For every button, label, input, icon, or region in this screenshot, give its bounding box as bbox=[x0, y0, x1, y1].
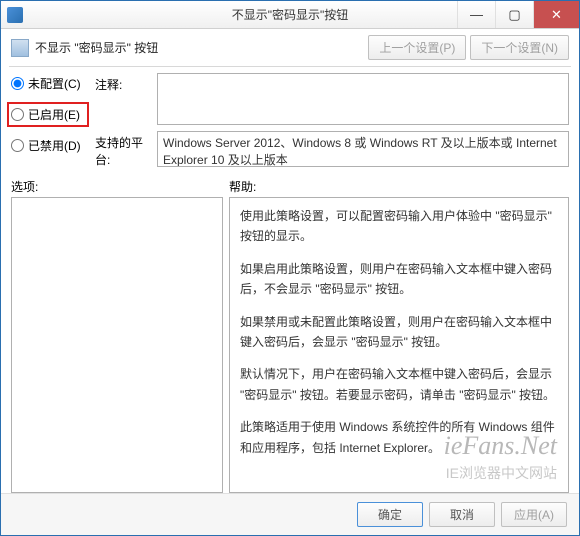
panel-labels: 选项: 帮助: bbox=[1, 170, 579, 197]
help-p3: 如果禁用或未配置此策略设置，则用户在密码输入文本框中键入密码后，会显示 "密码显… bbox=[240, 312, 558, 353]
config-area: 未配置(C) 已启用(E) 已禁用(D) 注释: 支持的平台: Windows … bbox=[1, 67, 579, 170]
footer: 确定 取消 应用(A) bbox=[1, 493, 579, 535]
radio-not-configured-label: 未配置(C) bbox=[28, 75, 81, 92]
help-p5: 此策略适用于使用 Windows 系统控件的所有 Windows 组件和应用程序… bbox=[240, 417, 558, 458]
apply-button[interactable]: 应用(A) bbox=[501, 502, 567, 527]
comment-label: 注释: bbox=[95, 73, 151, 93]
titlebar: 不显示"密码显示"按钮 — ▢ ✕ bbox=[1, 1, 579, 29]
help-label: 帮助: bbox=[229, 178, 256, 195]
platform-label: 支持的平台: bbox=[95, 131, 151, 168]
header-row: 不显示 "密码显示" 按钮 上一个设置(P) 下一个设置(N) bbox=[1, 29, 579, 66]
radio-disabled-label: 已禁用(D) bbox=[28, 137, 81, 154]
prev-setting-button[interactable]: 上一个设置(P) bbox=[368, 35, 466, 60]
options-panel bbox=[11, 197, 223, 493]
policy-title: 不显示 "密码显示" 按钮 bbox=[35, 39, 158, 56]
next-setting-button[interactable]: 下一个设置(N) bbox=[470, 35, 569, 60]
comment-textarea[interactable] bbox=[157, 73, 569, 125]
radio-disabled-input[interactable] bbox=[11, 139, 24, 152]
radio-enabled-label: 已启用(E) bbox=[28, 106, 80, 123]
radio-group: 未配置(C) 已启用(E) 已禁用(D) bbox=[11, 73, 89, 168]
platform-text: Windows Server 2012、Windows 8 或 Windows … bbox=[157, 131, 569, 167]
maximize-button[interactable]: ▢ bbox=[495, 1, 533, 28]
ok-button[interactable]: 确定 bbox=[357, 502, 423, 527]
help-panel: 使用此策略设置，可以配置密码输入用户体验中 "密码显示" 按钮的显示。 如果启用… bbox=[229, 197, 569, 493]
help-p1: 使用此策略设置，可以配置密码输入用户体验中 "密码显示" 按钮的显示。 bbox=[240, 206, 558, 247]
help-p2: 如果启用此策略设置，则用户在密码输入文本框中键入密码后，不会显示 "密码显示" … bbox=[240, 259, 558, 300]
close-button[interactable]: ✕ bbox=[533, 1, 579, 28]
radio-enabled[interactable]: 已启用(E) bbox=[7, 102, 89, 127]
dialog-window: 不显示"密码显示"按钮 — ▢ ✕ 不显示 "密码显示" 按钮 上一个设置(P)… bbox=[0, 0, 580, 536]
radio-enabled-input[interactable] bbox=[11, 108, 24, 121]
panels: 使用此策略设置，可以配置密码输入用户体验中 "密码显示" 按钮的显示。 如果启用… bbox=[1, 197, 579, 493]
radio-not-configured-input[interactable] bbox=[11, 77, 24, 90]
cancel-button[interactable]: 取消 bbox=[429, 502, 495, 527]
window-controls: — ▢ ✕ bbox=[457, 1, 579, 28]
help-p4: 默认情况下，用户在密码输入文本框中键入密码后，会显示 "密码显示" 按钮。若要显… bbox=[240, 364, 558, 405]
minimize-button[interactable]: — bbox=[457, 1, 495, 28]
options-label: 选项: bbox=[11, 178, 229, 195]
policy-icon bbox=[11, 39, 29, 57]
app-icon bbox=[7, 7, 23, 23]
radio-disabled[interactable]: 已禁用(D) bbox=[11, 137, 89, 154]
radio-not-configured[interactable]: 未配置(C) bbox=[11, 75, 89, 92]
